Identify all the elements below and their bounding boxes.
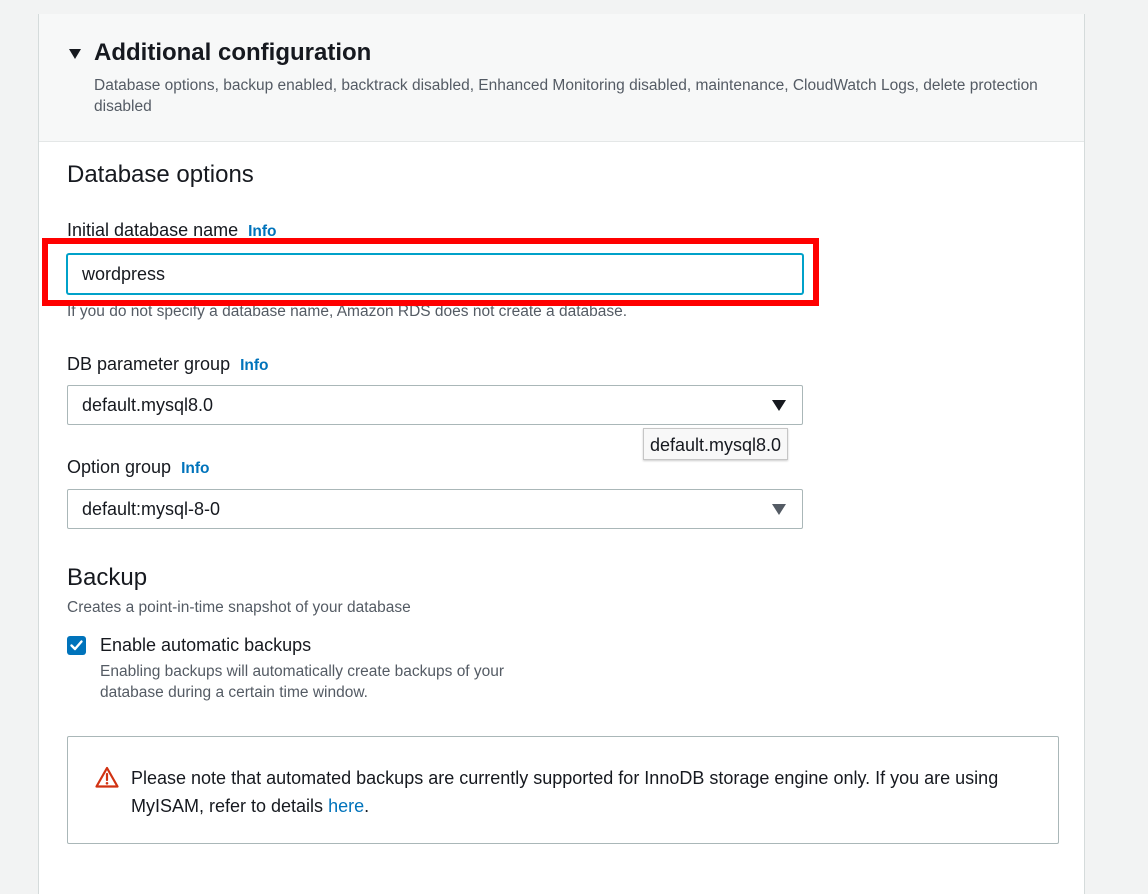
parameter-group-label: DB parameter group Info: [67, 354, 269, 375]
check-icon: [70, 640, 83, 651]
alert-message: Please note that automated backups are c…: [131, 764, 1031, 820]
panel-header[interactable]: Additional configuration Database option…: [39, 14, 1084, 142]
initial-db-name-input[interactable]: [67, 254, 803, 294]
option-group-label-text: Option group: [67, 457, 172, 477]
warning-icon: [95, 766, 119, 788]
alert-text-end: .: [364, 796, 370, 816]
info-link[interactable]: Info: [240, 357, 268, 374]
panel-title[interactable]: Additional configuration: [94, 39, 371, 67]
enable-backups-checkbox[interactable]: [67, 636, 86, 655]
enable-backups-label[interactable]: Enable automatic backups: [100, 635, 311, 656]
parameter-group-tooltip: default.mysql8.0: [643, 428, 789, 460]
option-group-label: Option group Info: [67, 457, 209, 478]
parameter-group-label-text: DB parameter group: [67, 354, 231, 374]
innodb-warning-alert: Please note that automated backups are c…: [67, 736, 1059, 844]
backup-subtitle: Creates a point-in-time snapshot of your…: [67, 599, 411, 616]
alert-details-link[interactable]: here: [328, 796, 364, 816]
dropdown-caret-icon: [772, 504, 786, 515]
option-group-select[interactable]: default:mysql-8-0: [67, 489, 803, 529]
enable-backups-description: Enabling backups will automatically crea…: [100, 663, 505, 701]
initial-db-name-label-text: Initial database name: [67, 220, 239, 240]
initial-db-name-label: Initial database name Info: [67, 220, 277, 241]
dropdown-caret-icon: [772, 400, 786, 411]
option-group-value: default:mysql-8-0: [82, 499, 221, 519]
parameter-group-value: default.mysql8.0: [82, 395, 214, 415]
alert-text-main: Please note that automated backups are c…: [131, 768, 999, 816]
caret-down-icon[interactable]: [69, 49, 81, 59]
backup-title: Backup: [67, 564, 148, 591]
database-options-title: Database options: [67, 161, 254, 188]
parameter-group-select[interactable]: default.mysql8.0: [67, 385, 803, 425]
info-link[interactable]: Info: [248, 223, 276, 240]
panel-description: Database options, backup enabled, backtr…: [94, 77, 1038, 115]
info-link[interactable]: Info: [181, 460, 209, 477]
additional-configuration-panel: Additional configuration Database option…: [38, 14, 1085, 894]
initial-db-name-hint: If you do not specify a database name, A…: [67, 303, 628, 320]
